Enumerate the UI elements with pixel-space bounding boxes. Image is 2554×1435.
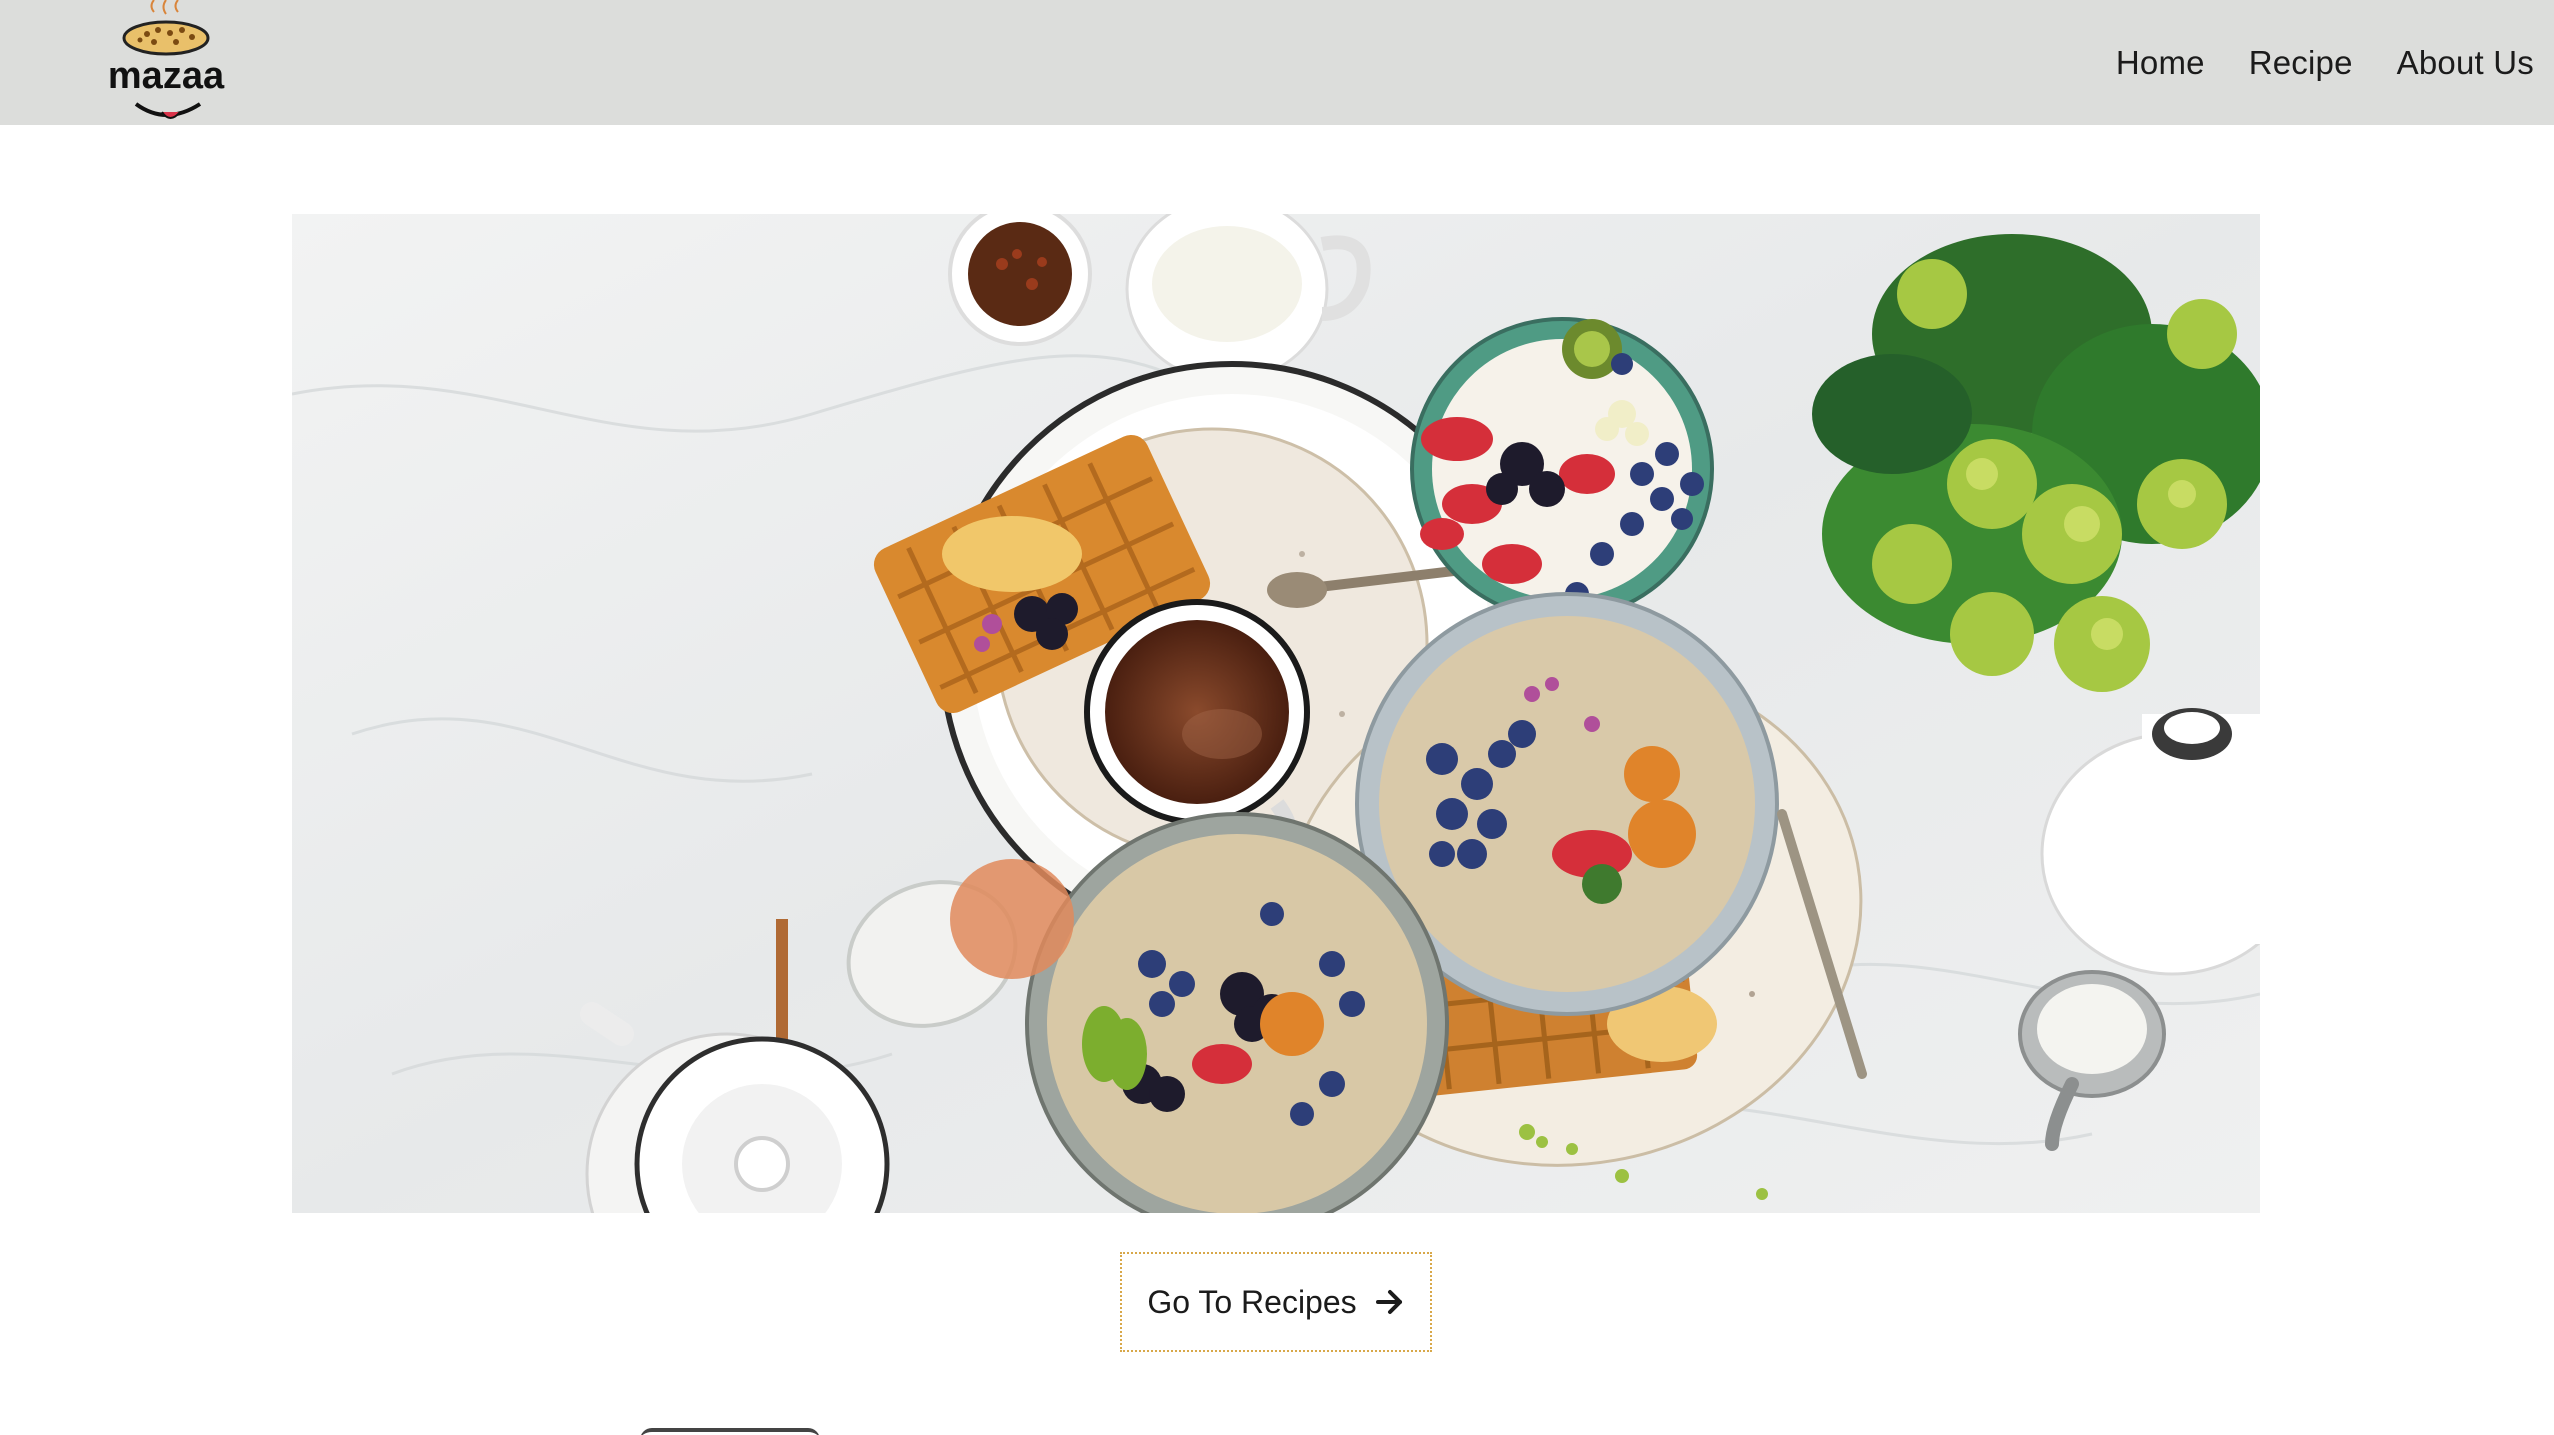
hero-food-illustration (292, 214, 2260, 1213)
nav-home[interactable]: Home (2116, 44, 2205, 82)
logo-text: mazaa (108, 55, 225, 97)
go-to-recipes-label: Go To Recipes (1147, 1283, 1357, 1320)
brand-logo[interactable]: mazaa (92, 0, 242, 130)
nav-recipe[interactable]: Recipe (2249, 44, 2353, 82)
go-to-recipes-button[interactable]: Go To Recipes (1120, 1252, 1432, 1352)
hero-image (292, 214, 2260, 1213)
next-section-peek (640, 1428, 820, 1435)
arrow-right-icon (1375, 1287, 1405, 1317)
nav-about-us[interactable]: About Us (2397, 44, 2534, 82)
logo-image: mazaa (108, 0, 225, 119)
main-nav: Home Recipe About Us (2116, 38, 2534, 88)
top-navbar: mazaa Home Recipe About Us (0, 0, 2554, 125)
